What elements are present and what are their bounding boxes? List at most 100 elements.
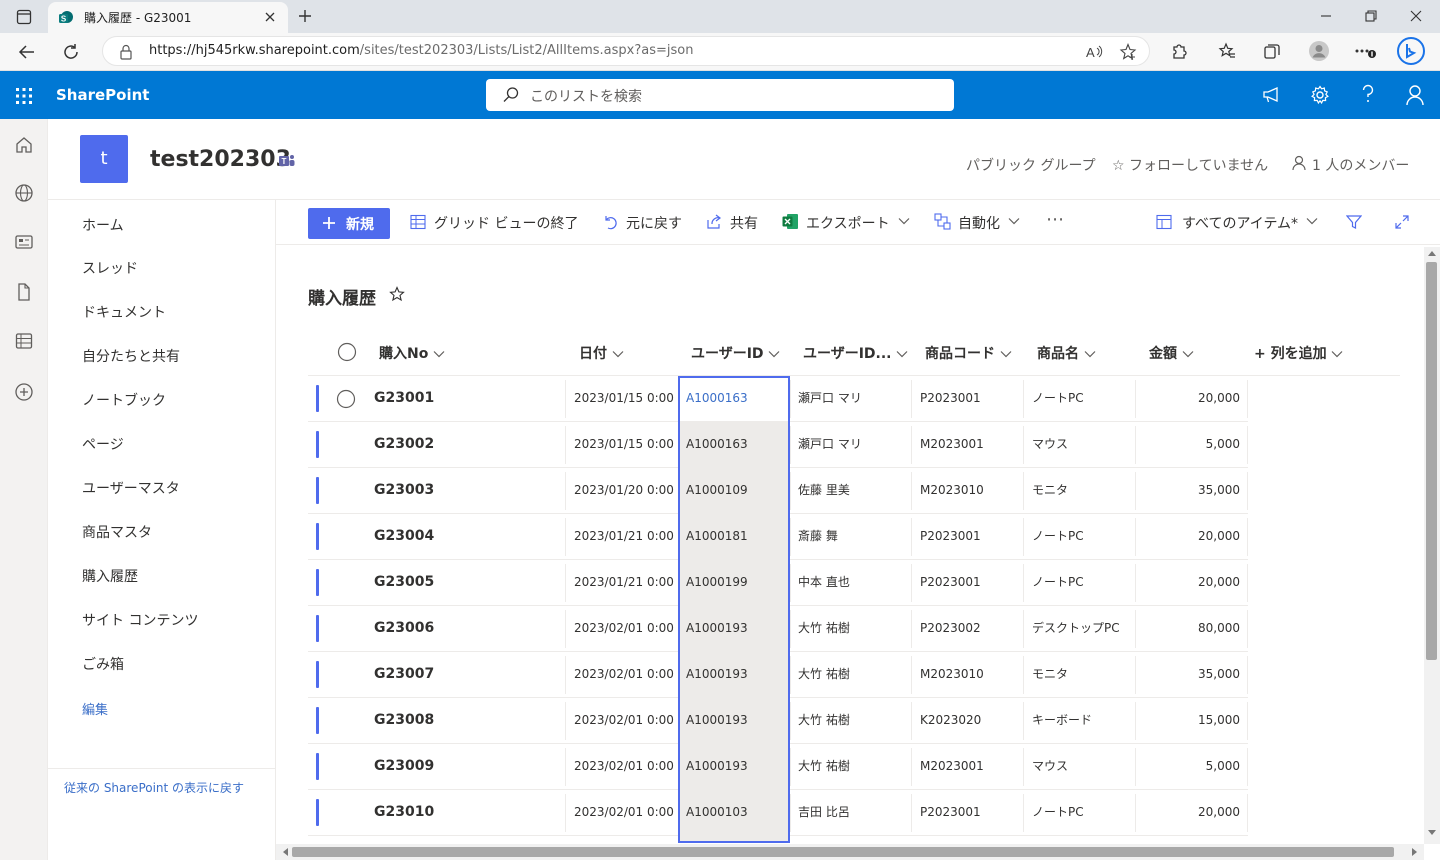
app-launcher-icon[interactable]: [15, 87, 33, 105]
tab-actions-icon[interactable]: [16, 9, 32, 25]
home-icon[interactable]: [14, 135, 34, 155]
column-header-date[interactable]: 日付: [579, 343, 624, 363]
help-icon[interactable]: [1360, 84, 1376, 104]
vertical-scrollbar-thumb[interactable]: [1426, 262, 1437, 660]
amount-cell[interactable]: 35,000: [1144, 468, 1240, 513]
product-code-cell[interactable]: P2023001: [920, 376, 981, 421]
automate-button[interactable]: 自動化: [934, 213, 1020, 233]
exit-grid-view-button[interactable]: グリッド ビューの終了: [410, 213, 578, 233]
favorite-add-icon[interactable]: [1119, 43, 1137, 61]
column-header-amount[interactable]: 金額: [1149, 343, 1194, 363]
favorites-icon[interactable]: [1218, 42, 1236, 60]
collections-icon[interactable]: [1263, 42, 1281, 60]
purchase-no-cell[interactable]: G23004: [374, 514, 434, 559]
browser-tab[interactable]: S 購入履歴 - G23001: [48, 2, 288, 33]
column-header-user-id-lookup[interactable]: ユーザーID...: [803, 343, 908, 363]
purchase-no-cell[interactable]: G23009: [374, 744, 434, 789]
address-bar[interactable]: https://hj545rkw.sharepoint.com/sites/te…: [102, 36, 1150, 66]
date-cell[interactable]: 2023/01/15 0:00: [574, 376, 674, 421]
extensions-icon[interactable]: [1170, 42, 1188, 60]
bing-copilot-icon[interactable]: [1396, 36, 1426, 66]
product-code-cell[interactable]: P2023002: [920, 606, 981, 651]
user-name-cell[interactable]: 大竹 祐樹: [798, 606, 850, 651]
product-name-cell[interactable]: マウス: [1032, 744, 1068, 789]
date-cell[interactable]: 2023/01/20 0:00: [574, 468, 674, 513]
window-close-icon[interactable]: [1409, 9, 1423, 23]
sharepoint-brand-link[interactable]: SharePoint: [56, 86, 149, 104]
product-code-cell[interactable]: M2023010: [920, 468, 984, 513]
product-code-cell[interactable]: M2023001: [920, 744, 984, 789]
product-code-cell[interactable]: P2023001: [920, 560, 981, 605]
settings-gear-icon[interactable]: [1310, 85, 1330, 105]
share-button[interactable]: 共有: [706, 213, 758, 233]
follow-button[interactable]: ☆ フォローしていません: [1112, 155, 1268, 175]
purchase-no-cell[interactable]: G23005: [374, 560, 434, 605]
column-header-product-name[interactable]: 商品名: [1037, 343, 1096, 363]
product-name-cell[interactable]: マウス: [1032, 422, 1068, 467]
account-person-icon[interactable]: [1405, 84, 1425, 106]
more-options-icon[interactable]: [1354, 42, 1378, 60]
megaphone-feedback-icon[interactable]: [1262, 86, 1282, 104]
lock-icon[interactable]: [119, 44, 133, 60]
scroll-down-arrow-icon[interactable]: [1428, 830, 1436, 836]
add-column-button[interactable]: + 列を追加: [1254, 343, 1343, 363]
expand-fullscreen-icon[interactable]: [1394, 214, 1410, 230]
product-code-cell[interactable]: P2023001: [920, 790, 981, 835]
row-select-checkbox[interactable]: [336, 389, 356, 409]
product-code-cell[interactable]: M2023010: [920, 652, 984, 697]
restore-icon[interactable]: [1364, 9, 1378, 23]
column-header-product-code[interactable]: 商品コード: [925, 343, 1012, 363]
amount-cell[interactable]: 20,000: [1144, 514, 1240, 559]
purchase-no-cell[interactable]: G23001: [374, 376, 434, 421]
filter-icon[interactable]: [1346, 214, 1362, 230]
user-name-cell[interactable]: 大竹 祐樹: [798, 744, 850, 789]
new-item-button[interactable]: 新規: [308, 208, 390, 239]
date-cell[interactable]: 2023/02/01 0:00: [574, 744, 674, 789]
product-name-cell[interactable]: デスクトップPC: [1032, 606, 1120, 651]
user-name-cell[interactable]: 中本 直也: [798, 560, 850, 605]
select-all-checkbox[interactable]: [337, 342, 357, 362]
date-cell[interactable]: 2023/02/01 0:00: [574, 698, 674, 743]
scroll-left-arrow-icon[interactable]: [282, 848, 288, 856]
site-logo[interactable]: t: [80, 135, 128, 183]
amount-cell[interactable]: 15,000: [1144, 698, 1240, 743]
product-name-cell[interactable]: ノートPC: [1032, 790, 1084, 835]
column-header-user-id[interactable]: ユーザーID: [691, 343, 780, 363]
user-name-cell[interactable]: 大竹 祐樹: [798, 698, 850, 743]
minimize-icon[interactable]: [1319, 9, 1333, 23]
product-name-cell[interactable]: モニタ: [1032, 652, 1068, 697]
view-switcher-button[interactable]: すべてのアイテム*: [1156, 213, 1318, 233]
purchase-no-cell[interactable]: G23006: [374, 606, 434, 651]
user-name-cell[interactable]: 瀬戸口 マリ: [798, 422, 862, 467]
nav-item-pages[interactable]: ページ: [82, 434, 124, 454]
date-cell[interactable]: 2023/01/15 0:00: [574, 422, 674, 467]
new-tab-icon[interactable]: [297, 8, 313, 24]
undo-button[interactable]: 元に戻す: [602, 213, 682, 233]
list-search-box[interactable]: このリストを検索: [486, 79, 954, 111]
nav-item-home[interactable]: ホーム: [82, 215, 124, 235]
amount-cell[interactable]: 5,000: [1144, 422, 1240, 467]
product-name-cell[interactable]: ノートPC: [1032, 376, 1084, 421]
product-name-cell[interactable]: ノートPC: [1032, 560, 1084, 605]
product-name-cell[interactable]: モニタ: [1032, 468, 1068, 513]
amount-cell[interactable]: 35,000: [1144, 652, 1240, 697]
nav-item-documents[interactable]: ドキュメント: [82, 302, 166, 322]
back-arrow-icon[interactable]: [18, 43, 36, 61]
nav-item-user-master[interactable]: ユーザーマスタ: [82, 478, 180, 498]
nav-item-purchase-history[interactable]: 購入履歴: [82, 566, 138, 586]
user-name-cell[interactable]: 斎藤 舞: [798, 514, 838, 559]
site-title[interactable]: test202303: [150, 147, 291, 172]
nav-item-shared-with-us[interactable]: 自分たちと共有: [82, 346, 180, 366]
amount-cell[interactable]: 20,000: [1144, 560, 1240, 605]
amount-cell[interactable]: 80,000: [1144, 606, 1240, 651]
purchase-no-cell[interactable]: G23003: [374, 468, 434, 513]
read-aloud-icon[interactable]: A: [1085, 43, 1103, 61]
nav-item-site-contents[interactable]: サイト コンテンツ: [82, 610, 198, 630]
date-cell[interactable]: 2023/02/01 0:00: [574, 606, 674, 651]
purchase-no-cell[interactable]: G23002: [374, 422, 434, 467]
user-name-cell[interactable]: 瀬戸口 マリ: [798, 376, 862, 421]
scroll-right-arrow-icon[interactable]: [1412, 848, 1418, 856]
favorite-star-icon[interactable]: [389, 286, 405, 302]
more-commands-button[interactable]: ⋯: [1046, 209, 1064, 230]
refresh-icon[interactable]: [62, 43, 80, 61]
